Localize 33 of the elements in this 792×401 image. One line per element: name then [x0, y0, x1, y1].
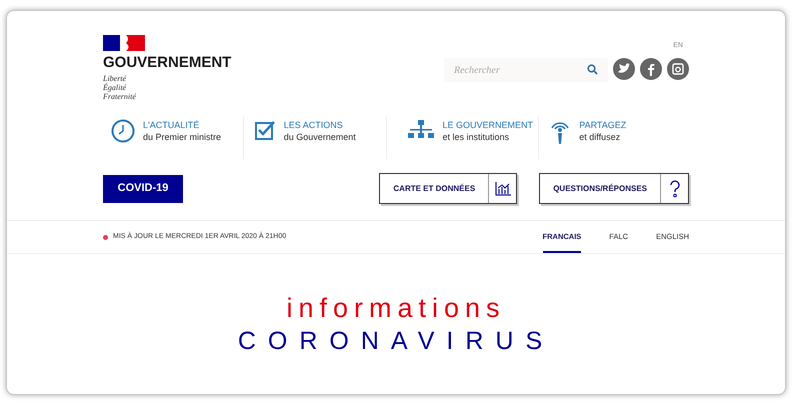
nav-title: LES ACTIONS [284, 119, 344, 131]
camera-social-icon[interactable] [667, 58, 689, 80]
motto-line: Égalité [103, 83, 128, 92]
nav-link[interactable]: PARTAGEZ et diffusez [538, 117, 681, 159]
covid-button[interactable]: COVID-19 [103, 174, 183, 202]
checkbox-icon [254, 119, 276, 141]
question-icon [668, 180, 680, 198]
action-button[interactable]: QUESTIONS/RÉPONSES [539, 173, 689, 204]
nav-subtitle: du Gouvernement [284, 131, 356, 143]
nav-subtitle: et diffusez [579, 131, 622, 143]
hero-title: CORONAVIRUS [238, 326, 554, 357]
nav-subtitle: du Premier ministre [143, 131, 222, 143]
clock-icon [111, 119, 135, 143]
flag-logo-icon [103, 35, 145, 51]
nav-title: L'ACTUALITÉ [143, 119, 200, 131]
action-button[interactable]: CARTE ET DONNÉES [379, 173, 518, 204]
hero-subtitle: informations [286, 292, 506, 324]
nav-subtitle: et les institutions [442, 131, 510, 143]
motto-line: Liberté [103, 74, 128, 83]
nav-link[interactable]: LES ACTIONS du Gouvernement [242, 117, 386, 159]
nav-link[interactable]: LE GOUVERNEMENT et les institutions [386, 117, 538, 159]
search-field[interactable]: Rechercher [444, 58, 608, 82]
status-dot-icon [103, 234, 108, 240]
letter-f-social-icon[interactable] [640, 58, 662, 80]
nav-link[interactable]: L'ACTUALITÉ du Premier ministre [111, 117, 243, 159]
search-icon[interactable] [587, 64, 598, 74]
nav-title: LE GOUVERNEMENT [442, 119, 534, 131]
chart-icon [494, 182, 511, 196]
motto-line: Fraternité [103, 92, 137, 101]
hierarchy-icon [406, 119, 434, 139]
wordmark: GOUVERNEMENT [103, 54, 232, 72]
nav-title: PARTAGEZ [579, 119, 626, 131]
bird-social-icon[interactable] [613, 58, 635, 80]
